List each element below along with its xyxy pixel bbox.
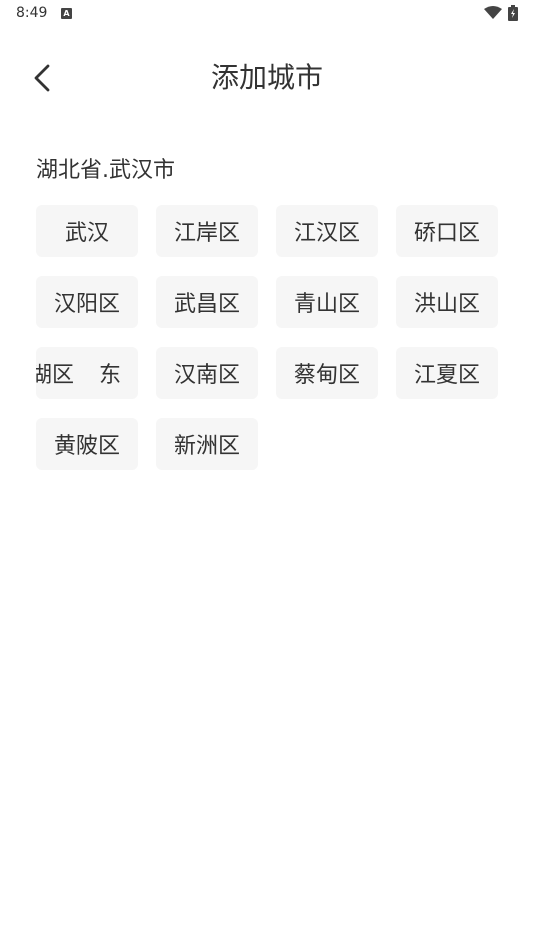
district-chip[interactable]: 汉南区 xyxy=(156,347,258,399)
header: 添加城市 xyxy=(0,48,534,108)
region-label: 湖北省.武汉市 xyxy=(36,158,175,183)
district-label: 洪山区 xyxy=(413,292,480,317)
district-label: 江汉区 xyxy=(293,221,360,246)
district-chip[interactable]: 武汉 xyxy=(36,205,138,257)
district-chip[interactable]: 江夏区 xyxy=(396,347,498,399)
district-chip[interactable]: 黄陂区 xyxy=(36,418,138,470)
district-chip[interactable]: 青山区 xyxy=(276,276,378,328)
district-grid: 武汉 江岸区 江汉区 硚口区 汉阳区 武昌区 青山区 洪山区 湖区 东 汉南区 … xyxy=(36,205,498,470)
district-label: 武昌区 xyxy=(173,292,240,317)
district-chip[interactable]: 湖区 东 xyxy=(36,347,138,399)
district-chip[interactable]: 新洲区 xyxy=(156,418,258,470)
district-chip[interactable]: 武昌区 xyxy=(156,276,258,328)
district-label: 新洲区 xyxy=(173,434,240,459)
district-chip[interactable]: 洪山区 xyxy=(396,276,498,328)
status-bar: 8:49 A xyxy=(0,0,534,28)
a-box-icon: A xyxy=(61,8,72,19)
district-chip[interactable]: 硚口区 xyxy=(396,205,498,257)
district-label: 江岸区 xyxy=(173,221,240,246)
district-label: 硚口区 xyxy=(413,221,480,246)
wifi-icon xyxy=(484,6,502,19)
status-time: 8:49 xyxy=(16,5,48,21)
district-chip[interactable]: 汉阳区 xyxy=(36,276,138,328)
district-chip[interactable]: 江岸区 xyxy=(156,205,258,257)
district-label: 黄陂区 xyxy=(53,434,120,459)
district-label: 蔡甸区 xyxy=(293,363,360,388)
district-chip[interactable]: 蔡甸区 xyxy=(276,347,378,399)
district-label: 湖区 东 xyxy=(36,363,121,388)
page-title: 添加城市 xyxy=(210,61,323,94)
district-label: 汉阳区 xyxy=(53,292,120,317)
battery-icon xyxy=(508,5,518,21)
district-label: 青山区 xyxy=(293,292,360,317)
district-label: 江夏区 xyxy=(413,363,480,388)
district-chip[interactable]: 江汉区 xyxy=(276,205,378,257)
district-label: 汉南区 xyxy=(173,363,240,388)
district-label: 武汉 xyxy=(64,221,109,246)
